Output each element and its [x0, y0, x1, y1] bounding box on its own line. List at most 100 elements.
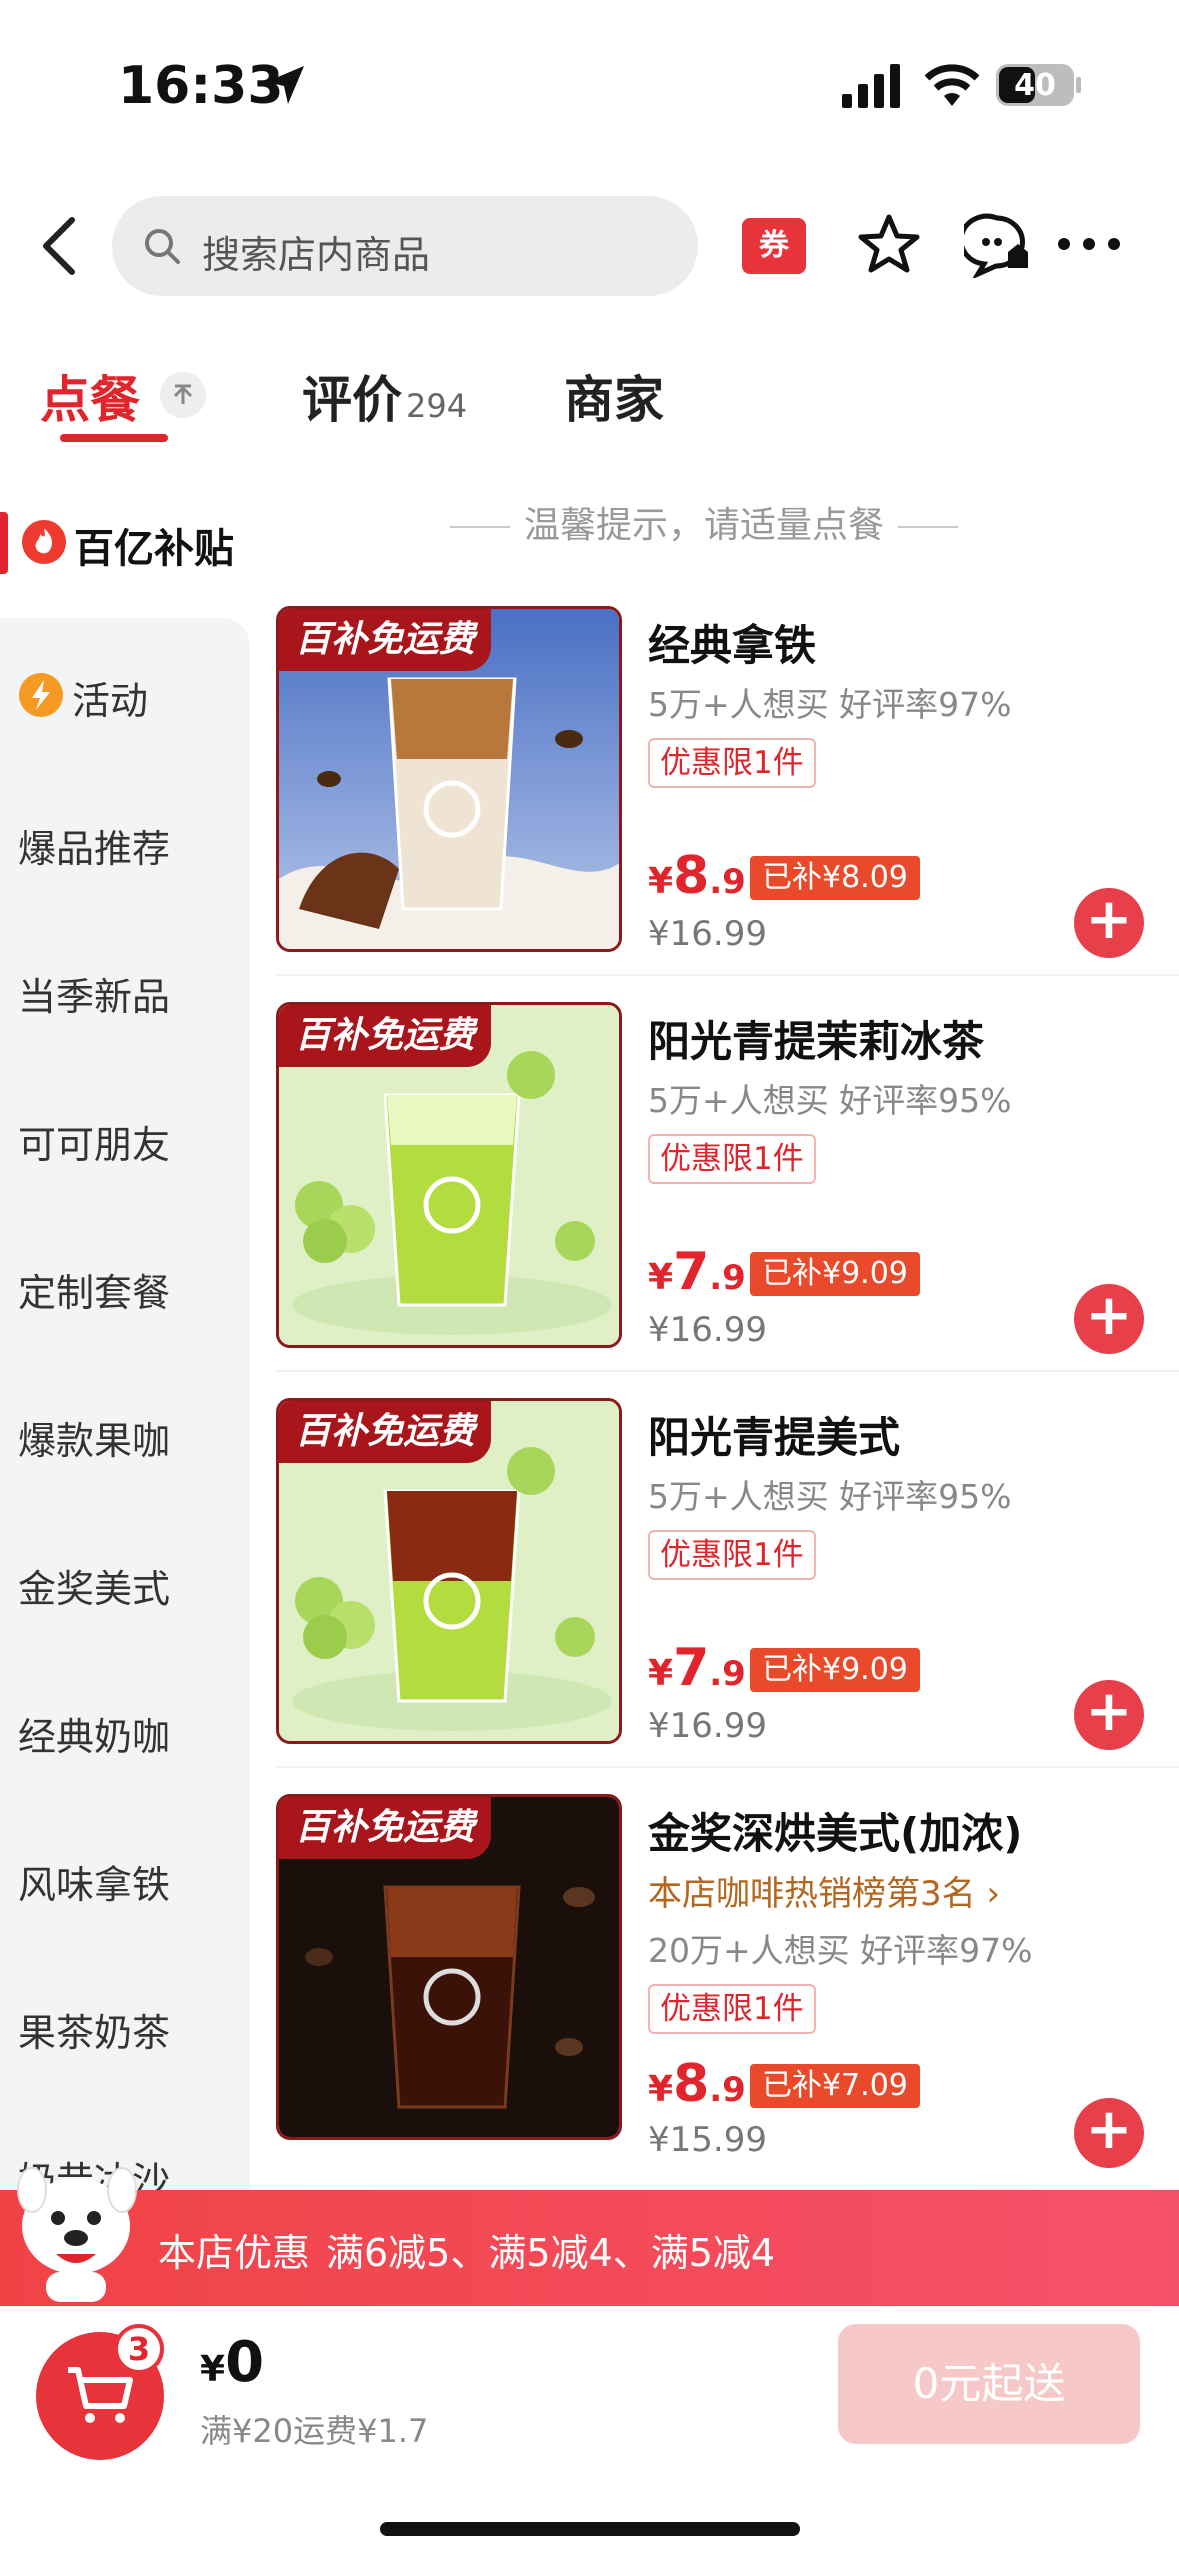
battery-level: 40 [1014, 68, 1056, 103]
search-box[interactable]: 搜索店内商品 [112, 196, 698, 296]
product-name: 经典拿铁 [648, 621, 817, 670]
sidebar-item-americano[interactable]: 金奖美式 [18, 1558, 170, 1613]
original-price: ¥16.99 [648, 1310, 767, 1350]
limit-tag: 优惠限1件 [648, 1530, 816, 1580]
add-to-cart-button[interactable]: + [1074, 1680, 1144, 1750]
sidebar-item-latte[interactable]: 风味拿铁 [18, 1854, 170, 1909]
customer-service-icon[interactable] [964, 212, 1030, 278]
location-arrow-icon [266, 66, 304, 104]
product-price: ¥7.9 [648, 1242, 746, 1302]
product-price: ¥8.9 [648, 2054, 746, 2114]
free-delivery-badge: 百补免运费 [279, 1005, 492, 1067]
sidebar-item-fruit-coffee[interactable]: 爆款果咖 [18, 1410, 170, 1465]
add-to-cart-button[interactable]: + [1074, 2098, 1144, 2168]
free-delivery-badge: 百补免运费 [279, 1797, 492, 1859]
store-discount-bar[interactable]: 本店优惠 满6减5、满5减4、满5减4 [0, 2167, 1179, 2306]
subsidy-tag: 已补¥9.09 [750, 1648, 920, 1692]
list-tip-text: 温馨提示，请适量点餐 [524, 505, 885, 546]
tab-reviews-count: 294 [406, 387, 468, 425]
original-price: ¥16.99 [648, 1706, 767, 1746]
sidebar-item-hot[interactable]: 爆品推荐 [18, 818, 170, 873]
product-price: ¥8.9 [648, 846, 746, 906]
subsidy-tag: 已补¥7.09 [750, 2064, 920, 2108]
free-delivery-badge: 百补免运费 [279, 609, 492, 671]
product-name: 阳光青提茉莉冰茶 [648, 1017, 985, 1066]
cart-icon [68, 2367, 133, 2423]
sidebar-item-label: 定制套餐 [18, 1271, 171, 1315]
collapse-up-icon[interactable] [160, 372, 206, 418]
plus-icon: + [1085, 1679, 1133, 1744]
battery-icon: 40 [996, 64, 1081, 106]
sidebar-item-label: 经典奶咖 [18, 1715, 171, 1759]
plus-icon: + [1085, 1283, 1133, 1348]
tab-reviews-label: 评价 [302, 371, 402, 429]
cart-button[interactable]: 3 [36, 2324, 164, 2460]
product-image[interactable]: 百补免运费 [276, 1002, 622, 1348]
more-options-icon[interactable] [1056, 236, 1122, 252]
product-card[interactable]: 百补免运费 阳光青提美式 5万+人想买 好评率95% 优惠限1件 ¥7.9 已补… [276, 1398, 1176, 1758]
promo-title: 本店优惠 [158, 2231, 311, 2275]
sidebar-item-seasonal[interactable]: 当季新品 [18, 966, 170, 1021]
coupon-label: 券 [759, 228, 789, 263]
lightning-icon [19, 673, 63, 717]
top-navigation: 搜索店内商品 券 [0, 190, 1179, 300]
subsidy-tag: 已补¥8.09 [750, 856, 920, 900]
product-image[interactable]: 百补免运费 [276, 1398, 622, 1744]
product-price: ¥7.9 [648, 1638, 746, 1698]
sidebar-item-label: 果茶奶茶 [18, 2011, 171, 2055]
product-stats: 5万+人想买 好评率95% [648, 1081, 1012, 1120]
cart-count-badge: 3 [114, 2324, 164, 2374]
mascot-icon [17, 2167, 137, 2302]
cart-bar: 3 ¥0 满¥20运费¥1.7 0元起送 [0, 2306, 1179, 2556]
product-card[interactable]: 百补免运费 金奖深烘美式(加浓) 本店咖啡热销榜第3名 › 20万+人想买 好评… [276, 1794, 1176, 2168]
sidebar-item-label: 金奖美式 [18, 1567, 171, 1611]
product-stats: 20万+人想买 好评率97% [648, 1931, 1033, 1970]
sidebar-item-label: 当季新品 [18, 975, 171, 1019]
sidebar-item-combo[interactable]: 定制套餐 [18, 1262, 170, 1317]
free-delivery-badge: 百补免运费 [279, 1401, 492, 1463]
sidebar-item-subsidy[interactable]: 百亿补贴 [0, 508, 250, 578]
coupon-button[interactable]: 券 [742, 218, 806, 274]
sidebar-item-milk-coffee[interactable]: 经典奶咖 [18, 1706, 170, 1761]
product-stats: 5万+人想买 好评率95% [648, 1477, 1012, 1516]
tab-active-indicator [60, 434, 168, 442]
subsidy-tag: 已补¥9.09 [750, 1252, 920, 1296]
tab-reviews[interactable]: 评价 294 [302, 360, 467, 432]
divider [276, 1370, 1179, 1372]
product-card[interactable]: 百补免运费 经典拿铁 5万+人想买 好评率97% 优惠限1件 ¥8.9 已补¥8… [276, 606, 1176, 966]
status-time: 16:33 [118, 56, 284, 116]
tab-order[interactable]: 点餐 [40, 360, 168, 442]
add-to-cart-button[interactable]: + [1074, 888, 1144, 958]
divider [276, 974, 1179, 976]
divider [276, 1766, 1179, 1768]
product-image[interactable]: 百补免运费 [276, 606, 622, 952]
list-tip: 温馨提示，请适量点餐 [450, 496, 959, 548]
sales-rank-link[interactable]: 本店咖啡热销榜第3名 › [648, 1866, 1000, 1915]
checkout-button[interactable]: 0元起送 [838, 2324, 1140, 2444]
tab-merchant[interactable]: 商家 [564, 360, 664, 432]
sidebar-item-subsidy-label: 百亿补贴 [74, 526, 234, 572]
product-image[interactable]: 百补免运费 [276, 1794, 622, 2140]
search-icon [145, 229, 180, 264]
tab-bar: 点餐 评价 294 商家 [0, 340, 1179, 450]
delivery-fee-note: 满¥20运费¥1.7 [200, 2412, 429, 2450]
back-icon[interactable] [40, 216, 80, 276]
sidebar-item-label: 可可朋友 [18, 1123, 171, 1167]
favorite-star-icon[interactable] [856, 212, 922, 278]
sidebar-item-cocoa[interactable]: 可可朋友 [18, 1114, 170, 1169]
tab-order-label: 点餐 [40, 371, 140, 429]
product-card[interactable]: 百补免运费 阳光青提茉莉冰茶 5万+人想买 好评率95% 优惠限1件 ¥7.9 … [276, 1002, 1176, 1362]
home-indicator [380, 2522, 800, 2536]
original-price: ¥16.99 [648, 914, 767, 954]
wifi-icon [924, 64, 980, 106]
sidebar-item-label: 活动 [72, 679, 149, 723]
promo-details: 满6减5、满5减4、满5减4 [326, 2231, 776, 2275]
sidebar-item-fruit-tea[interactable]: 果茶奶茶 [18, 2002, 170, 2057]
product-name: 阳光青提美式 [648, 1413, 901, 1462]
category-sidebar: 活动 爆品推荐 当季新品 可可朋友 定制套餐 爆款果咖 金奖美式 经典奶咖 风味… [0, 618, 250, 2203]
sidebar-item-label: 风味拿铁 [18, 1863, 171, 1907]
signal-icon [842, 64, 900, 108]
add-to-cart-button[interactable]: + [1074, 1284, 1144, 1354]
limit-tag: 优惠限1件 [648, 738, 816, 788]
sidebar-item-activity[interactable]: 活动 [18, 670, 148, 725]
